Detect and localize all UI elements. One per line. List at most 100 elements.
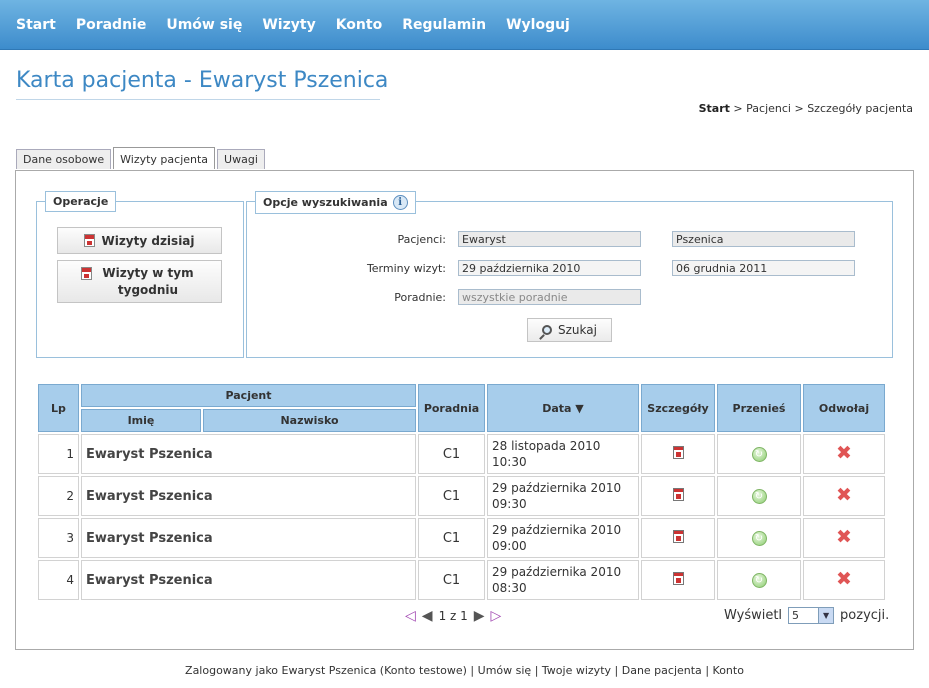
nav-start[interactable]: Start [6,0,66,50]
footer-link-konto[interactable]: Konto [713,664,744,677]
row-details-cell [641,476,715,516]
move-icon[interactable]: ↻ [751,489,767,504]
items-label: pozycji. [840,608,890,623]
row-clinic: C1 [418,518,485,558]
row-date-day: 29 października 2010 [492,523,622,537]
date-to-field[interactable]: 06 grudnia 2011 [672,260,855,276]
show-label: Wyświetl [724,608,783,623]
row-date: 29 października 2010 08:30 [487,560,639,600]
week-visits-label: Wizyty w tym tygodniu [102,265,194,297]
per-page-control: Wyświetl 5 ▼ pozycji. [724,607,889,624]
row-clinic: C1 [418,476,485,516]
calendar-icon [81,267,92,280]
row-lp: 2 [38,476,79,516]
row-date-time: 08:30 [492,581,527,595]
move-icon[interactable]: ↻ [751,573,767,588]
row-clinic: C1 [418,560,485,600]
nav-umow-sie[interactable]: Umów się [156,0,252,50]
footer-link-umow-sie[interactable]: Umów się [478,664,532,677]
row-date-time: 09:00 [492,539,527,553]
footer-link-twoje-wizyty[interactable]: Twoje wizyty [542,664,611,677]
move-icon[interactable]: ↻ [751,447,767,462]
tab-dane-osobowe[interactable]: Dane osobowe [16,149,112,169]
tab-wizyty-pacjenta[interactable]: Wizyty pacjenta [113,147,216,169]
page-title: Karta pacjenta - Ewaryst Pszenica [16,68,389,93]
nav-regulamin[interactable]: Regulamin [392,0,496,50]
footer-separator: | [614,664,619,677]
row-date-time: 10:30 [492,455,527,469]
footer-separator: | [534,664,539,677]
next-page-icon[interactable]: ▶ [474,608,485,624]
row-date-day: 29 października 2010 [492,565,622,579]
search-legend-text: Opcje wyszukiwania [263,196,388,209]
row-date: 29 października 2010 09:00 [487,518,639,558]
col-last-name: Nazwisko [203,409,416,432]
dates-label: Terminy wizyt: [366,262,446,275]
row-patient-name: Ewaryst Pszenica [81,476,416,516]
info-icon[interactable]: i [392,195,408,210]
clinics-field[interactable]: wszystkie poradnie [458,289,641,305]
today-visits-button[interactable]: Wizyty dzisiaj [57,227,222,254]
per-page-select[interactable]: 5 ▼ [788,607,835,624]
nav-wyloguj[interactable]: Wyloguj [496,0,580,50]
col-date-sortable[interactable]: Data ▼ [487,384,639,432]
cancel-icon[interactable]: ✖ [836,444,852,463]
tab-bar: Dane osobowe Wizyty pacjenta Uwagi [16,147,267,169]
row-patient-name: Ewaryst Pszenica [81,560,416,600]
chevron-down-icon[interactable]: ▼ [818,608,834,623]
nav-poradnie[interactable]: Poradnie [66,0,157,50]
first-name-field[interactable]: Ewaryst [458,231,641,247]
row-date: 29 października 2010 09:30 [487,476,639,516]
details-icon[interactable] [672,445,684,459]
row-details-cell [641,434,715,474]
table-row: 2 Ewaryst Pszenica C1 29 października 20… [38,476,885,516]
breadcrumb-separator: > [794,102,804,115]
breadcrumb-home[interactable]: Start [699,102,730,115]
today-visits-label: Wizyty dzisiaj [101,233,195,248]
cancel-icon[interactable]: ✖ [836,570,852,589]
details-icon[interactable] [672,529,684,543]
search-button[interactable]: Szukaj [527,318,612,342]
clinics-label: Poradnie: [394,291,446,304]
row-move-cell: ↻ [717,518,801,558]
visits-table: Lp Pacjent Poradnia Data ▼ Szczegóły Prz… [36,382,887,602]
date-from-field[interactable]: 29 października 2010 [458,260,641,276]
operations-fieldset: Operacje Wizyty dzisiaj Wizyty w tym tyg… [36,191,244,358]
breadcrumb-patients[interactable]: Pacjenci [746,102,791,115]
move-icon[interactable]: ↻ [751,531,767,546]
nav-wizyty[interactable]: Wizyty [252,0,325,50]
last-name-field[interactable]: Pszenica [672,231,855,247]
cancel-icon[interactable]: ✖ [836,528,852,547]
footer-separator: | [470,664,475,677]
row-cancel-cell: ✖ [803,560,885,600]
nav-konto[interactable]: Konto [326,0,393,50]
row-date-day: 29 października 2010 [492,481,622,495]
footer-logged-as: Zalogowany jako Ewaryst Pszenica (Konto … [185,664,467,677]
details-icon[interactable] [672,571,684,585]
row-cancel-cell: ✖ [803,518,885,558]
table-row: 4 Ewaryst Pszenica C1 29 października 20… [38,560,885,600]
cancel-icon[interactable]: ✖ [836,486,852,505]
details-icon[interactable] [672,487,684,501]
patients-label: Pacjenci: [397,233,446,246]
top-nav: Start Poradnie Umów się Wizyty Konto Reg… [0,0,929,50]
row-clinic: C1 [418,434,485,474]
tab-panel: Operacje Wizyty dzisiaj Wizyty w tym tyg… [15,170,914,650]
search-fieldset: Opcje wyszukiwania i Pacjenci: Ewaryst P… [246,191,893,358]
last-page-icon[interactable]: ▷ [491,608,502,624]
row-date-time: 09:30 [492,497,527,511]
week-visits-button[interactable]: Wizyty w tym tygodniu [57,260,222,303]
row-date: 28 listopada 2010 10:30 [487,434,639,474]
pager: ◁ ◀ 1 z 1 ▶ ▷ [402,608,504,624]
first-page-icon[interactable]: ◁ [405,608,416,624]
tab-uwagi[interactable]: Uwagi [217,149,265,169]
magnifier-icon [542,325,553,335]
footer-link-dane-pacjenta[interactable]: Dane pacjenta [622,664,702,677]
col-first-name: Imię [81,409,201,432]
title-divider [16,99,380,100]
prev-page-icon[interactable]: ◀ [422,608,433,624]
col-cancel: Odwołaj [803,384,885,432]
row-details-cell [641,560,715,600]
table-row: 1 Ewaryst Pszenica C1 28 listopada 2010 … [38,434,885,474]
footer: Zalogowany jako Ewaryst Pszenica (Konto … [0,664,929,677]
